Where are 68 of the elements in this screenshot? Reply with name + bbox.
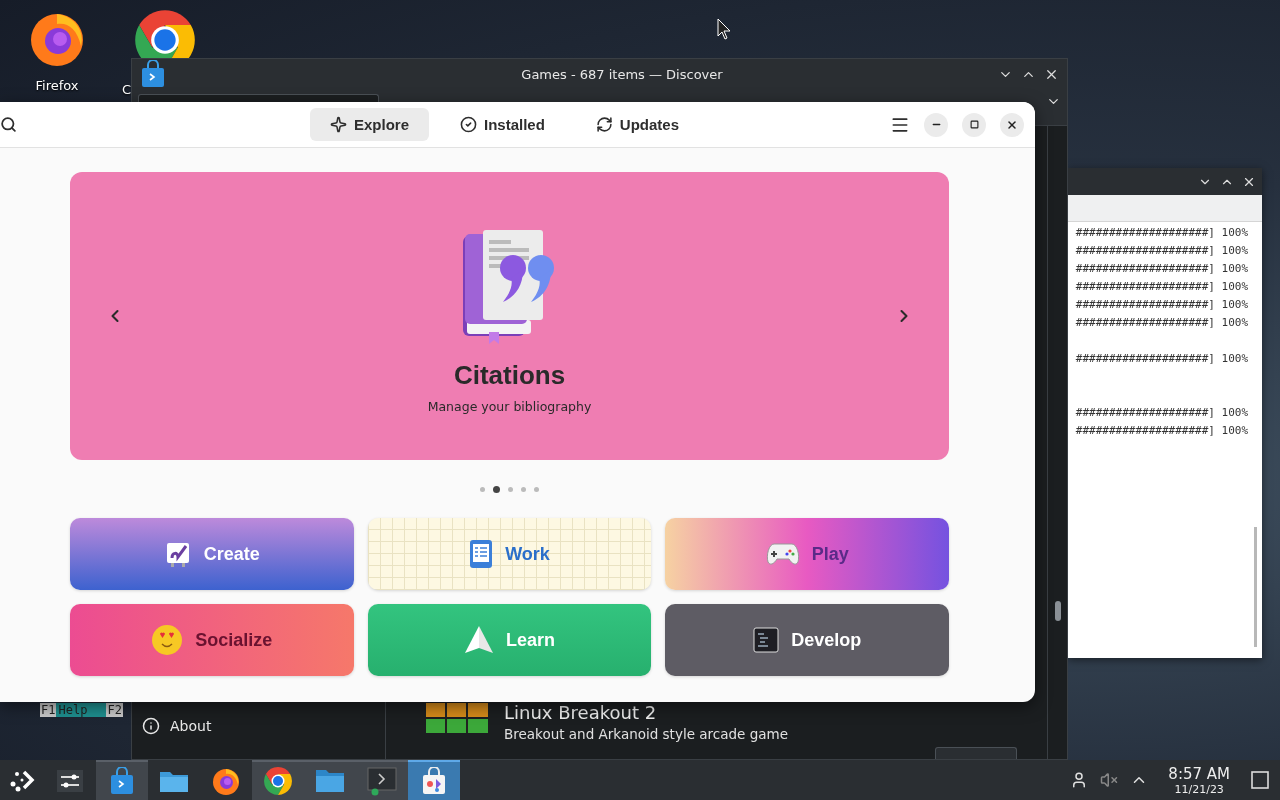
sliders-icon [56,769,84,793]
sidebar-item[interactable]: About [142,711,385,740]
mouse-pointer-icon [717,18,731,40]
shopping-bag-icon [140,60,166,88]
terminal-icon [367,766,397,796]
page-dot[interactable] [508,486,513,492]
banner-subtitle: Manage your bibliography [427,399,592,414]
page-dot[interactable] [521,486,526,492]
shopping-bag-icon [421,767,447,795]
category-button[interactable]: Create [70,518,354,590]
gamepad-icon [765,541,800,567]
launcher-icon [9,768,35,792]
code-screen-icon [753,627,780,653]
volume-muted-icon[interactable] [1100,771,1119,789]
sparkle-icon [329,116,347,133]
paper-plane-icon [463,625,494,655]
folder-icon [159,769,189,793]
terminal-line: ####################] 100% [1075,405,1248,421]
tab[interactable]: Explore [309,108,429,141]
scrollbar-thumb[interactable] [1054,601,1061,621]
search-icon [0,116,17,133]
close-button[interactable] [1000,112,1024,137]
scrollbar-thumb[interactable] [1253,527,1257,647]
tab[interactable]: Updates [575,108,700,141]
featured-banner[interactable]: Citations Manage your bibliography [70,172,949,460]
terminal-line: ####################] 100% [1075,243,1248,259]
refresh-icon [595,116,613,133]
terminal-line: ####################] 100% [1075,261,1248,277]
terminal-line: ####################] 100% [1075,315,1248,331]
search-button[interactable] [0,116,17,133]
banner-title: Citations [453,360,566,391]
terminal-line: ####################] 100% [1075,423,1248,439]
maximize-button[interactable] [962,112,986,137]
window-title: Games - 687 items — Discover [520,66,724,82]
function-key: F2 [106,703,123,717]
page-dot[interactable] [480,486,485,492]
heart-eyes-emoji-icon [151,624,184,656]
category-button[interactable]: Develop [665,604,949,676]
checklist-icon [469,539,494,569]
info-icon [142,716,160,735]
square-icon [1251,771,1269,789]
taskbar-app[interactable] [252,760,304,800]
app-name[interactable]: Linux Breakout 2 [504,703,657,723]
page-dot[interactable] [534,486,539,492]
tab[interactable]: Installed [440,108,565,141]
category-button[interactable]: Socialize [70,604,354,676]
clock-date: 11/21/23 [1174,782,1224,796]
brick-wall-icon [426,703,488,733]
app-summary: Breakout and Arkanoid style arcade game [504,726,788,742]
terminal-line: ####################] 100% [1075,297,1248,313]
function-key: F1 [40,703,57,717]
clock-time: 8:57 AM [1168,764,1230,783]
check-circle-icon [460,116,477,133]
chrome-icon [263,766,293,796]
category-button[interactable]: Work [367,518,652,590]
shopping-bag-icon [109,767,135,795]
clock[interactable]: 8:57 AM 11/21/23 [1168,764,1230,796]
folder-icon [315,769,345,793]
close-icon [1006,118,1018,131]
terminal-line: ####################] 100% [1075,279,1248,295]
page-dot[interactable] [493,485,500,493]
terminal-line: ####################] 100% [1075,225,1248,241]
taskbar-app[interactable] [356,760,408,800]
desktop-icon-label[interactable]: C [122,82,132,97]
terminal-line: ####################] 100% [1075,351,1248,367]
desktop-icon-label[interactable]: Firefox [35,78,79,93]
function-key-label: Help [56,703,107,717]
firefox-icon [211,766,241,796]
